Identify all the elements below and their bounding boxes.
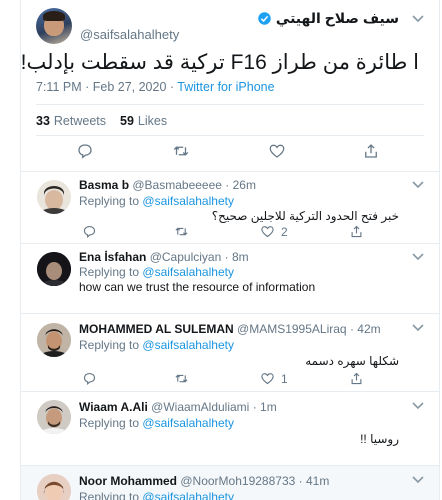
reply-author-handle[interactable]: @WiaamAlduliami [151,400,249,414]
reply-text: شكلها سهره دسمه [305,354,399,368]
chevron-down-icon[interactable] [411,252,425,262]
retweet-icon [175,374,188,383]
like-button[interactable]: 2 [260,224,288,239]
reply-icon [83,225,96,239]
chevron-down-icon[interactable] [411,475,425,485]
avatar[interactable] [37,180,71,214]
reply-tweet[interactable]: Ena İsfahan @Capulciyan · 8m Replying to… [21,244,439,314]
reply-actions: 2 [21,224,439,242]
share-icon [365,144,377,158]
retweet-icon [173,146,189,156]
avatar[interactable] [37,323,71,357]
reply-author-handle[interactable]: @Capulciyan [150,250,222,264]
divider [36,135,424,136]
reply-time[interactable]: · 1m [253,400,277,414]
reply-time[interactable]: · 26m [225,178,256,192]
verified-badge-icon [258,12,271,25]
reply-icon [78,144,92,159]
chevron-down-icon[interactable] [411,323,425,333]
reply-author-handle[interactable]: @NoorMoh19288733 [180,474,295,488]
replying-to-link[interactable]: @saifsalahalhety [142,338,234,352]
avatar[interactable] [37,474,71,500]
retweet-icon [175,227,188,236]
reply-button[interactable] [82,224,103,239]
share-button[interactable] [349,224,364,239]
reply-time[interactable]: · 42m [350,322,381,336]
avatar[interactable] [37,252,71,286]
chevron-down-icon[interactable] [411,401,425,411]
reply-text: how can we trust the resource of informa… [79,280,316,294]
reply-author-handle[interactable]: @MAMS1995ALiraq [237,322,347,336]
tweet-stats: 33 Retweets 59 Likes [36,114,167,128]
retweet-button[interactable] [174,371,195,386]
avatar[interactable] [37,400,71,434]
reply-tweet[interactable]: Noor Mohammed @NoorMoh19288733 · 41m Rep… [21,466,439,500]
reply-author-name[interactable]: Noor Mohammed [79,474,177,488]
tweet-timestamp[interactable]: 7:11 PM · Feb 27, 2020 [36,80,166,94]
like-button[interactable]: 1 [260,371,288,386]
reply-author-name[interactable]: Wiaam A.Ali [79,400,148,414]
meta-separator: · [166,80,178,94]
share-button[interactable] [362,142,380,160]
share-icon [351,372,362,385]
author-name[interactable]: سيف صلاح الهيتي [276,10,399,27]
tweet-actions [21,142,439,164]
chevron-down-icon[interactable] [411,14,425,24]
reply-author-handle[interactable]: @Basmabeeeee [132,178,222,192]
tweet-thread: سيف صلاح الهيتي @saifsalahalhety ا طائرة… [20,0,440,500]
reply-tweet[interactable]: Wiaam A.Ali @WiaamAlduliami · 1m Replyin… [21,392,439,466]
likes-stat[interactable]: 59 Likes [120,114,167,128]
retweets-stat[interactable]: 33 Retweets [36,114,106,128]
share-button[interactable] [349,371,364,386]
replying-to-link[interactable]: @saifsalahalhety [142,490,234,500]
share-icon [351,225,362,238]
reply-actions: 1 [21,371,439,389]
reply-tweet[interactable]: MOHAMMED AL SULEMAN @MAMS1995ALiraq · 42… [21,314,439,392]
like-icon [269,144,285,158]
reply-author-name[interactable]: Basma b [79,178,129,192]
like-button[interactable] [268,142,286,160]
divider [36,104,424,105]
reply-button[interactable] [76,142,94,160]
reply-time[interactable]: · 41m [299,474,330,488]
reply-author-name[interactable]: MOHAMMED AL SULEMAN [79,322,234,336]
tweet-source-link[interactable]: Twitter for iPhone [177,80,274,94]
like-icon [261,373,274,385]
reply-time[interactable]: · 8m [225,250,249,264]
reply-text: روسيا !! [360,432,399,446]
replying-to-link[interactable]: @saifsalahalhety [142,265,234,279]
reply-text: خبر فتح الحدود التركية للاجلين صحيح؟ [211,209,399,223]
avatar[interactable] [36,8,72,44]
retweet-button[interactable] [174,224,195,239]
main-tweet: سيف صلاح الهيتي @saifsalahalhety ا طائرة… [21,0,439,172]
like-icon [261,226,274,238]
replying-to-link[interactable]: @saifsalahalhety [142,194,234,208]
author-handle[interactable]: @saifsalahalhety [80,27,179,42]
like-count: 1 [281,371,288,386]
tweet-text: ا طائرة من طراز F16 تركية قد سقطت بإدلب! [20,51,419,74]
reply-button[interactable] [82,371,103,386]
replying-to-link[interactable]: @saifsalahalhety [142,416,234,430]
retweet-button[interactable] [172,142,190,160]
author-name-row[interactable]: سيف صلاح الهيتي [257,10,399,27]
reply-icon [83,372,96,386]
reply-tweet[interactable]: Basma b @Basmabeeeee · 26m Replying to @… [21,172,439,244]
chevron-down-icon[interactable] [411,180,425,190]
tweet-meta: 7:11 PM · Feb 27, 2020 · Twitter for iPh… [36,80,275,94]
like-count: 2 [281,224,288,239]
reply-author-name[interactable]: Ena İsfahan [79,250,146,264]
